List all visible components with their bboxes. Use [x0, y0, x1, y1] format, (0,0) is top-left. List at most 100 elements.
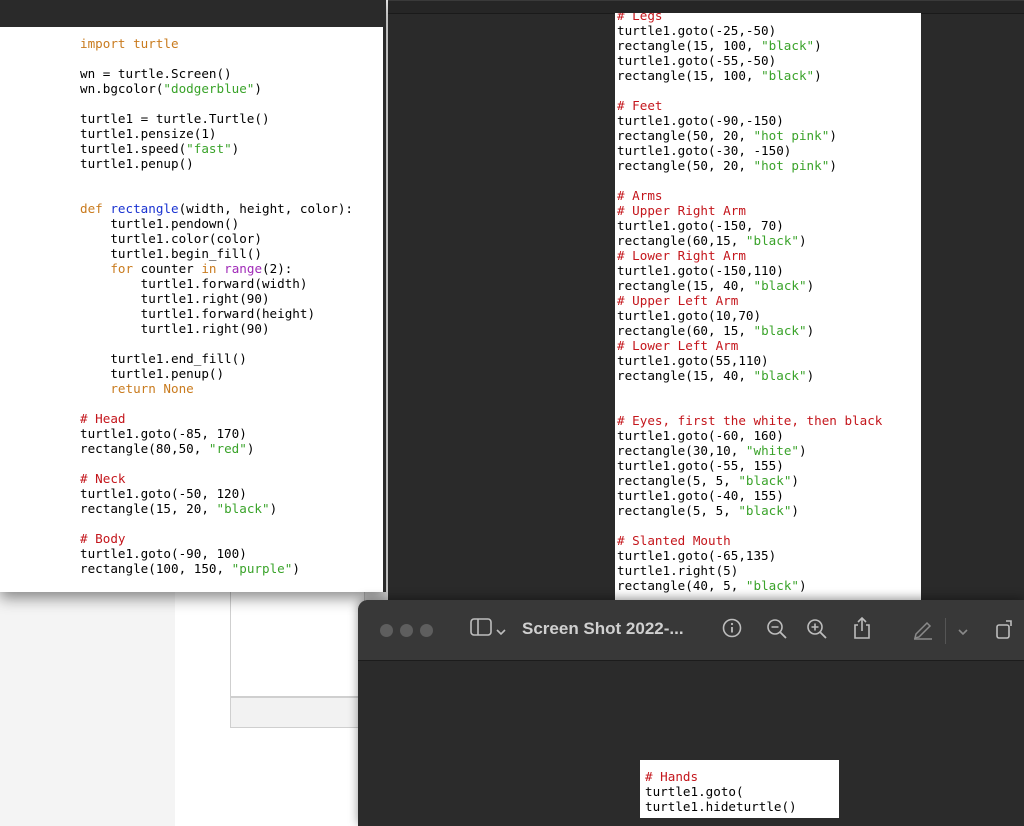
code-token: ): [806, 278, 815, 293]
code-line: # Upper Left Arm: [617, 293, 921, 308]
code-token: ): [829, 128, 837, 143]
code-token: "black": [738, 473, 792, 488]
code-line: rectangle(40, 5, "black"): [617, 578, 921, 593]
code-token: turtle1.goto(-40, 155): [617, 488, 784, 503]
rotate-icon[interactable]: [994, 618, 1016, 647]
code-token: "black": [745, 578, 799, 593]
markup-pen-icon[interactable]: [912, 618, 934, 647]
code-token: "hot pink": [753, 128, 830, 143]
code-token: turtle1.right(5): [617, 563, 739, 578]
code-token: "white": [745, 443, 799, 458]
code-token: turtle1.penup(): [80, 366, 225, 381]
code-token: turtle1.goto(: [645, 784, 744, 799]
code-token: turtle1.goto(-55, 155): [617, 458, 784, 473]
code-line: rectangle(15, 100, "black"): [617, 68, 921, 83]
code-line: return None: [80, 381, 383, 396]
toolbar-divider: [945, 618, 946, 644]
code-token: rectangle(15, 40,: [617, 278, 754, 293]
code-token: turtle1 = turtle.Turtle(): [80, 111, 270, 126]
window-close-button[interactable]: [380, 624, 393, 637]
code-line: turtle1.end_fill(): [80, 351, 383, 366]
code-token: # Arms: [617, 188, 663, 203]
zoom-in-icon[interactable]: [806, 618, 828, 647]
sidebar-icon[interactable]: [470, 618, 492, 643]
code-token: turtle1.goto(55,110): [617, 353, 769, 368]
code-token: turtle1.goto(-30, -150): [617, 143, 792, 158]
code-token: rectangle(15, 100,: [617, 38, 762, 53]
front-preview-window: Screen Shot 2022-... # Hands turtle1.goto…: [358, 600, 1024, 826]
code-token: rectangle(40, 5,: [617, 578, 746, 593]
share-icon[interactable]: [852, 616, 872, 647]
code-line: rectangle(50, 20, "hot pink"): [617, 158, 921, 173]
code-token: ): [269, 501, 278, 516]
chevron-down-icon[interactable]: [496, 620, 506, 644]
code-token: import turtle: [80, 36, 179, 51]
code-token: turtle1.goto(-150, 70): [617, 218, 784, 233]
code-line: turtle1.forward(width): [80, 276, 383, 291]
code-line: turtle1.goto(-55,-50): [617, 53, 921, 68]
code-line: # Hands: [645, 769, 839, 784]
code-line: # Lower Right Arm: [617, 248, 921, 263]
code-line: turtle1.speed("fast"): [80, 141, 383, 156]
chevron-down-icon[interactable]: [958, 620, 968, 644]
code-token: (width, height, color):: [178, 201, 353, 216]
code-line: rectangle(30,10, "white"): [617, 443, 921, 458]
info-icon[interactable]: [722, 618, 742, 645]
code-line: rectangle(80,50, "red"): [80, 441, 383, 456]
code-line: wn = turtle.Screen(): [80, 66, 383, 81]
code-token: turtle1.penup(): [80, 156, 194, 171]
code-line: # Neck: [80, 471, 383, 486]
code-token: rectangle(60, 15,: [617, 323, 754, 338]
code-token: # Eyes, first the white, then black: [617, 413, 883, 428]
code-line: turtle1.goto(-60, 160): [617, 428, 921, 443]
code-token: # Head: [80, 411, 126, 426]
code-token: turtle1.goto(-65,135): [617, 548, 777, 563]
code-line: turtle1 = turtle.Turtle(): [80, 111, 383, 126]
code-token: wn = turtle.Screen(): [80, 66, 232, 81]
left-code-image: import turtle wn = turtle.Screen() wn.bgco…: [0, 27, 383, 592]
left-code-lines: import turtle wn = turtle.Screen() wn.bgco…: [80, 36, 383, 576]
code-token: # Upper Left Arm: [617, 293, 739, 308]
code-token: return None: [110, 381, 194, 396]
code-line: # Feet: [617, 98, 921, 113]
code-line: turtle1.color(color): [80, 231, 383, 246]
code-line: turtle1.pensize(1): [80, 126, 383, 141]
code-line: turtle1.goto(-55, 155): [617, 458, 921, 473]
code-line: rectangle(15, 40, "black"): [617, 368, 921, 383]
code-token: turtle1.pensize(1): [80, 126, 217, 141]
code-line: turtle1.pendown(): [80, 216, 383, 231]
code-token: ): [814, 38, 822, 53]
code-token: turtle1.begin_fill(): [80, 246, 262, 261]
code-token: rectangle(50, 20,: [617, 128, 754, 143]
code-token: ): [231, 141, 240, 156]
code-token: # Neck: [80, 471, 126, 486]
code-token: "black": [753, 368, 807, 383]
code-token: rectangle(15, 100,: [617, 68, 762, 83]
code-token: rectangle(80,50,: [80, 441, 209, 456]
code-line: wn.bgcolor("dodgerblue"): [80, 81, 383, 96]
window-zoom-button[interactable]: [420, 624, 433, 637]
code-token: (2):: [262, 261, 293, 276]
code-line: turtle1.right(90): [80, 321, 383, 336]
code-line: def rectangle(width, height, color):: [80, 201, 383, 216]
code-line: # Eyes, first the white, then black: [617, 413, 921, 428]
code-token: counter: [133, 261, 202, 276]
code-token: rectangle(5, 5,: [617, 473, 739, 488]
code-token: "fast": [186, 141, 232, 156]
code-token: in: [201, 261, 217, 276]
background-window-panel: [0, 590, 175, 826]
code-token: wn.bgcolor(: [80, 81, 164, 96]
code-token: turtle1.goto(-60, 160): [617, 428, 784, 443]
code-token: rectangle(15, 40,: [617, 368, 754, 383]
zoom-out-icon[interactable]: [766, 618, 788, 647]
code-token: ): [791, 473, 799, 488]
code-token: turtle1.forward(height): [80, 306, 316, 321]
window-minimize-button[interactable]: [400, 624, 413, 637]
